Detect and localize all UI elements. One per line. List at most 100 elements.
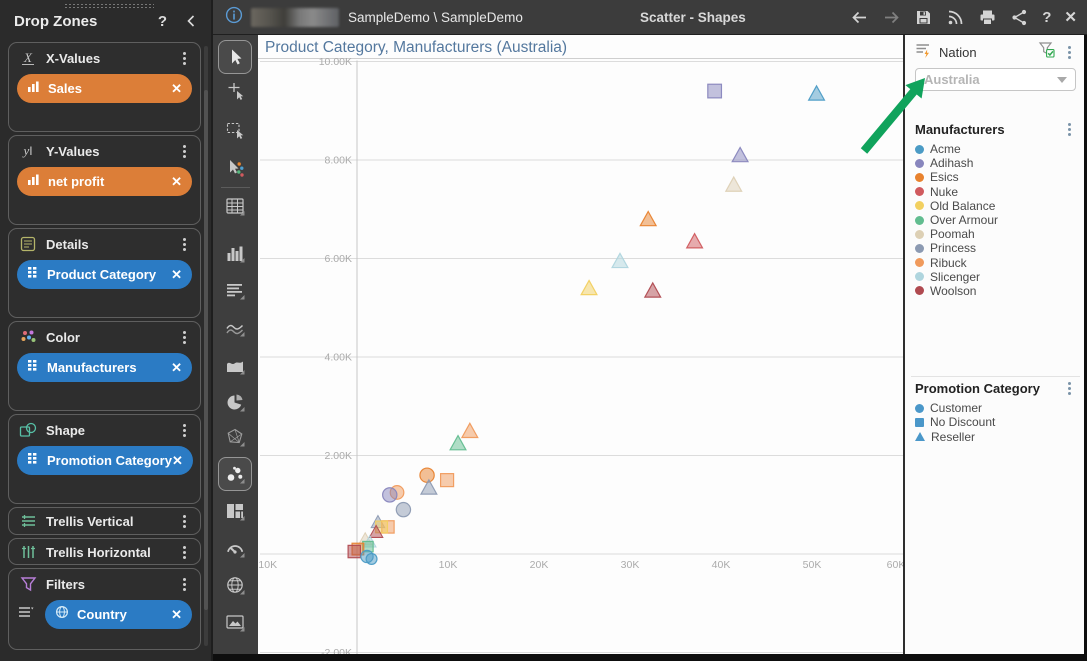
legend-item-esics[interactable]: Esics [915, 170, 1076, 184]
datapoint-select-tool-icon[interactable] [218, 151, 252, 185]
scatter-point[interactable] [419, 478, 438, 495]
legend-item-nuke[interactable]: Nuke [915, 185, 1076, 199]
scatter-point[interactable] [368, 524, 384, 538]
nation-dropdown[interactable]: Australia [915, 68, 1076, 91]
remove-field-icon[interactable]: ✕ [171, 175, 182, 188]
collapse-panel-icon[interactable] [185, 14, 197, 28]
remove-field-icon[interactable]: ✕ [172, 454, 183, 467]
scatter-point[interactable] [351, 542, 365, 556]
legend-item-adihash[interactable]: Adihash [915, 156, 1076, 170]
scatter-point[interactable] [365, 552, 378, 565]
scatter-point[interactable] [362, 540, 374, 553]
dropzone-filters[interactable]: Filters Country ✕ [8, 568, 201, 650]
pie-chart-visual-icon[interactable] [218, 385, 252, 419]
radar-chart-visual-icon[interactable] [218, 420, 252, 454]
scatter-point[interactable] [449, 434, 467, 451]
zone-menu-icon[interactable] [178, 144, 191, 158]
scatter-chart-panel[interactable]: Product Category, Manufacturers (Austral… [258, 35, 903, 654]
dropzone-trellis-vertical[interactable]: Trellis Vertical [8, 507, 201, 535]
scatter-point[interactable] [460, 422, 479, 439]
legend-item-no-discount[interactable]: No Discount [915, 415, 1076, 429]
scatter-plot-visual-icon[interactable] [218, 457, 252, 491]
scatter-point[interactable] [643, 281, 662, 298]
close-icon[interactable]: ✕ [1064, 8, 1077, 26]
info-icon[interactable] [225, 6, 243, 29]
legend-item-old-balance[interactable]: Old Balance [915, 199, 1076, 213]
zone-menu-icon[interactable] [178, 577, 191, 591]
back-icon[interactable] [850, 8, 869, 27]
filter-applied-icon[interactable] [1038, 41, 1055, 63]
image-visual-icon[interactable] [218, 605, 252, 639]
legend-item-acme[interactable]: Acme [915, 142, 1076, 156]
sidebar-scrollbar-thumb[interactable] [204, 90, 208, 610]
legend-item-woolson[interactable]: Woolson [915, 284, 1076, 298]
area-chart-visual-icon[interactable] [218, 348, 252, 382]
drag-handle[interactable] [64, 3, 154, 9]
pill-country[interactable]: Country ✕ [45, 600, 192, 629]
scatter-point[interactable] [382, 487, 398, 503]
scatter-point[interactable] [347, 544, 362, 559]
print-icon[interactable] [978, 8, 997, 27]
map-visual-icon[interactable] [218, 568, 252, 602]
zone-menu-icon[interactable] [178, 330, 191, 344]
dropzone-shape[interactable]: Shape Promotion Category ✕ [8, 414, 201, 504]
dropzone-color[interactable]: Color Manufacturers ✕ [8, 321, 201, 411]
scatter-point[interactable] [439, 473, 455, 488]
scatter-point[interactable] [685, 232, 704, 249]
legend-item-poomah[interactable]: Poomah [915, 227, 1076, 241]
treemap-visual-icon[interactable] [218, 494, 252, 528]
zone-menu-icon[interactable] [178, 237, 191, 251]
legend-item-customer[interactable]: Customer [915, 401, 1076, 415]
remove-field-icon[interactable]: ✕ [171, 268, 182, 281]
bar-chart-visual-icon[interactable] [218, 236, 252, 270]
subscribe-icon[interactable] [946, 8, 965, 27]
nation-menu-icon[interactable] [1063, 45, 1076, 59]
legend-item-ribuck[interactable]: Ribuck [915, 256, 1076, 270]
scatter-point[interactable] [370, 514, 386, 529]
legend-item-over-armour[interactable]: Over Armour [915, 213, 1076, 227]
help-icon[interactable]: ? [1042, 9, 1051, 26]
crosshair-select-tool-icon[interactable] [218, 74, 252, 108]
scatter-point[interactable] [724, 175, 743, 192]
scatter-point[interactable] [375, 520, 389, 534]
remove-field-icon[interactable]: ✕ [171, 82, 182, 95]
scatter-point[interactable] [360, 549, 374, 564]
scatter-point[interactable] [707, 83, 723, 99]
pill-sales[interactable]: Sales ✕ [17, 74, 192, 103]
dropzone-y-values[interactable]: yI Y-Values net profit ✕ [8, 135, 201, 225]
pointer-tool-icon[interactable] [218, 40, 252, 74]
filter-list-mode-icon[interactable] [15, 605, 37, 620]
legend-item-reseller[interactable]: Reseller [915, 429, 1076, 444]
line-chart-visual-icon[interactable] [218, 310, 252, 344]
remove-field-icon[interactable]: ✕ [171, 361, 182, 374]
scatter-point[interactable] [357, 531, 373, 546]
scatter-point[interactable] [611, 252, 629, 269]
zone-menu-icon[interactable] [178, 514, 191, 528]
scatter-point[interactable] [639, 210, 658, 227]
scatter-point[interactable] [419, 467, 435, 483]
save-icon[interactable] [914, 8, 933, 27]
manufacturers-menu-icon[interactable] [1063, 123, 1076, 136]
pill-product-category[interactable]: Product Category ✕ [17, 260, 192, 289]
legend-item-slicenger[interactable]: Slicenger [915, 270, 1076, 284]
scatter-point[interactable] [395, 501, 412, 518]
dropzone-trellis-horizontal[interactable]: Trellis Horizontal [8, 538, 201, 565]
dropzone-details[interactable]: Details Product Category ✕ [8, 228, 201, 318]
promotion-menu-icon[interactable] [1063, 382, 1076, 396]
scatter-point[interactable] [580, 279, 598, 296]
pill-promotion-category[interactable]: Promotion Category ✕ [17, 446, 193, 475]
zone-menu-icon[interactable] [178, 423, 191, 437]
scatter-point[interactable] [389, 485, 405, 500]
table-visual-icon[interactable] [218, 189, 252, 223]
zone-menu-icon[interactable] [178, 545, 191, 559]
pill-manufacturers[interactable]: Manufacturers ✕ [17, 353, 192, 382]
gauge-visual-icon[interactable] [218, 531, 252, 565]
legend-item-princess[interactable]: Princess [915, 241, 1076, 255]
dropzone-x-values[interactable]: X X-Values Sales ✕ [8, 42, 201, 132]
text-visual-icon[interactable] [218, 273, 252, 307]
scatter-point[interactable] [381, 520, 395, 534]
help-icon[interactable]: ? [158, 13, 167, 30]
pill-net-profit[interactable]: net profit ✕ [17, 167, 192, 196]
remove-field-icon[interactable]: ✕ [171, 608, 182, 621]
scatter-point[interactable] [731, 146, 750, 163]
